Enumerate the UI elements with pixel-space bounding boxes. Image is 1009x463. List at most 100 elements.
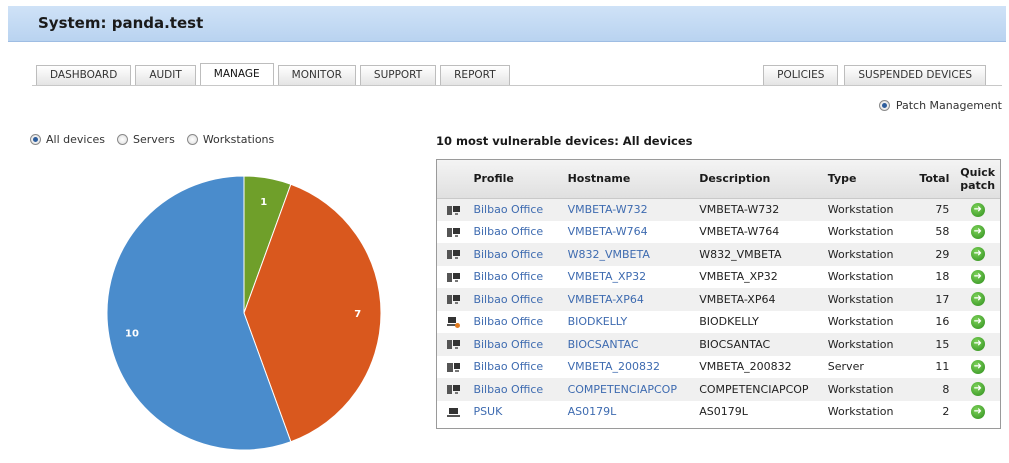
- table-title: 10 most vulnerable devices: All devices: [436, 134, 693, 148]
- table-row[interactable]: Bilbao Office BIOCSANTAC BIOCSANTAC Worksta…: [437, 333, 1000, 356]
- profile-link[interactable]: Bilbao Office: [473, 270, 543, 283]
- filter-all-devices-radio[interactable]: [30, 134, 41, 145]
- device-icon-cell: [437, 401, 473, 424]
- filter-servers-radio[interactable]: [117, 134, 128, 145]
- hostname-link[interactable]: VMBETA_200832: [568, 360, 660, 373]
- laptop-warning-icon: [447, 315, 460, 328]
- tab-monitor[interactable]: MONITOR: [277, 65, 356, 85]
- profile-cell: Bilbao Office: [473, 288, 568, 311]
- hostname-link[interactable]: VMBETA-W764: [568, 225, 648, 238]
- tab-suspended-devices[interactable]: SUSPENDED DEVICES: [844, 65, 986, 85]
- total-cell: 16: [935, 315, 950, 329]
- patch-management-label: Patch Management: [895, 99, 1002, 112]
- hostname-cell: COMPETENCIAPCOP: [567, 378, 700, 401]
- hostname-cell: VMBETA_200832: [568, 356, 700, 379]
- hostname-link[interactable]: VMBETA-W732: [568, 203, 648, 216]
- pie-label-1: 1: [260, 197, 267, 208]
- filter-workstations-radio[interactable]: [186, 134, 198, 145]
- description-cell: VMBETA-W732: [699, 198, 828, 221]
- description-cell: BIOCSANTAC: [699, 333, 828, 356]
- quick-patch-icon[interactable]: ➜: [970, 292, 985, 307]
- table-row[interactable]: Bilbao Office VMBETA_XP32 VMBETA_XP32 Works…: [437, 266, 1000, 289]
- filter-servers[interactable]: Servers: [117, 133, 175, 146]
- total-cell: 15: [918, 333, 956, 356]
- main-tabs: DASHBOARD AUDIT MANAGE MONITOR SUPPORT REPORT: [36, 63, 510, 85]
- tab-manage[interactable]: MANAGE: [199, 63, 274, 85]
- header-description[interactable]: Description: [699, 160, 828, 199]
- table-row[interactable]: Bilbao Office W832_VMBETA W832_VMBETA Works…: [437, 243, 1000, 266]
- profile-cell: Bilbao Office: [473, 378, 568, 401]
- profile-link[interactable]: Bilbao Office: [473, 315, 543, 328]
- profile-link[interactable]: Bilbao Office: [473, 360, 543, 373]
- profile-link[interactable]: Bilbao Office: [473, 338, 543, 351]
- type-cell: Workstation: [827, 270, 894, 284]
- quick-patch-icon[interactable]: ➜: [970, 202, 985, 217]
- table-row[interactable]: Bilbao Office COMPETENCIAPCOP COMPETENCIAP…: [437, 378, 1000, 401]
- device-icon-cell: [437, 378, 474, 401]
- filter-all-devices-label: All devices: [46, 133, 105, 146]
- profile-link[interactable]: Bilbao Office: [473, 293, 543, 306]
- profile-link[interactable]: PSUK: [473, 405, 502, 418]
- hostname-link[interactable]: BIODKELLY: [568, 315, 628, 328]
- quick-patch-icon[interactable]: ➜: [970, 337, 985, 352]
- table-row[interactable]: Bilbao Office VMBETA-W764 VMBETA-W764 Works…: [437, 221, 1000, 244]
- hostname-cell: BIODKELLY: [568, 311, 700, 334]
- quick-patch-icon[interactable]: ➜: [970, 224, 985, 239]
- tab-support[interactable]: SUPPORT: [359, 65, 437, 85]
- table-row[interactable]: Bilbao Office VMBETA-XP64 VMBETA-XP64 Works…: [437, 288, 1000, 311]
- header-total[interactable]: Total: [918, 160, 956, 199]
- hostname-cell: VMBETA-W764: [568, 221, 700, 244]
- filter-workstations[interactable]: Workstations: [186, 133, 274, 146]
- hostname-link[interactable]: VMBETA_XP32: [568, 270, 647, 283]
- header-type[interactable]: Type: [827, 160, 919, 199]
- quick-patch-cell: ➜: [955, 243, 1000, 266]
- table-row[interactable]: PSUK AS0179L AS0179L Workstation 2 ➜: [437, 401, 1000, 424]
- device-icon-cell: [437, 288, 474, 311]
- tab-audit[interactable]: AUDIT: [135, 65, 196, 85]
- table-row[interactable]: Bilbao Office VMBETA_200832 VMBETA_200832 S…: [437, 356, 1000, 379]
- quick-patch-cell: ➜: [955, 333, 1000, 356]
- total-cell: 18: [935, 270, 950, 284]
- total-cell: 17: [918, 288, 956, 311]
- quick-patch-icon[interactable]: ➜: [970, 404, 985, 419]
- device-filter: All devices Servers Workstations: [30, 133, 274, 146]
- profile-link[interactable]: Bilbao Office: [473, 225, 543, 238]
- page-title: System: panda.test: [38, 14, 204, 32]
- header-hostname[interactable]: Hostname: [567, 160, 700, 199]
- tab-dashboard[interactable]: DASHBOARD: [36, 65, 132, 85]
- table-row[interactable]: Bilbao Office BIODKELLY BIODKELLY Workstati…: [437, 311, 1000, 334]
- hostname-link[interactable]: VMBETA-XP64: [568, 293, 644, 306]
- hostname-link[interactable]: W832_VMBETA: [568, 248, 650, 261]
- quick-patch-icon[interactable]: ➜: [970, 382, 985, 397]
- quick-patch-icon[interactable]: ➜: [970, 314, 985, 329]
- tab-report[interactable]: REPORT: [440, 65, 510, 85]
- hostname-link[interactable]: BIOCSANTAC: [568, 338, 639, 351]
- table-row[interactable]: Bilbao Office VMBETA-W732 VMBETA-W732 Works…: [437, 198, 1000, 221]
- server-icon: [447, 360, 460, 373]
- header-quick-patch: Quick patch: [955, 160, 1000, 199]
- hostname-link[interactable]: COMPETENCIAPCOP: [568, 383, 677, 396]
- profile-link[interactable]: Bilbao Office: [473, 248, 543, 261]
- quick-patch-icon[interactable]: ➜: [970, 269, 985, 284]
- tab-policies[interactable]: POLICIES: [763, 65, 839, 85]
- laptop-icon: [447, 405, 460, 418]
- hostname-cell: AS0179L: [568, 401, 700, 424]
- description-cell: W832_VMBETA: [699, 243, 828, 266]
- profile-link[interactable]: Bilbao Office: [473, 203, 543, 216]
- type-cell: Workstation: [827, 225, 894, 239]
- secondary-tabs: POLICIES SUSPENDED DEVICES: [763, 65, 986, 85]
- profile-link[interactable]: Bilbao Office: [473, 383, 543, 396]
- patch-management-option[interactable]: Patch Management: [878, 99, 1002, 112]
- patch-management-radio[interactable]: [878, 100, 890, 111]
- hostname-link[interactable]: AS0179L: [568, 405, 617, 418]
- total-cell: 8: [918, 378, 956, 401]
- device-icon-cell: [437, 198, 474, 221]
- description-cell: VMBETA-W764: [699, 225, 780, 239]
- description-cell: VMBETA-XP64: [699, 288, 828, 311]
- quick-patch-icon[interactable]: ➜: [970, 247, 985, 262]
- filter-all-devices[interactable]: All devices: [30, 133, 105, 146]
- type-cell: Workstation: [827, 198, 919, 221]
- quick-patch-icon[interactable]: ➜: [970, 359, 985, 374]
- type-cell: Workstation: [827, 315, 894, 329]
- header-profile[interactable]: Profile: [473, 160, 568, 199]
